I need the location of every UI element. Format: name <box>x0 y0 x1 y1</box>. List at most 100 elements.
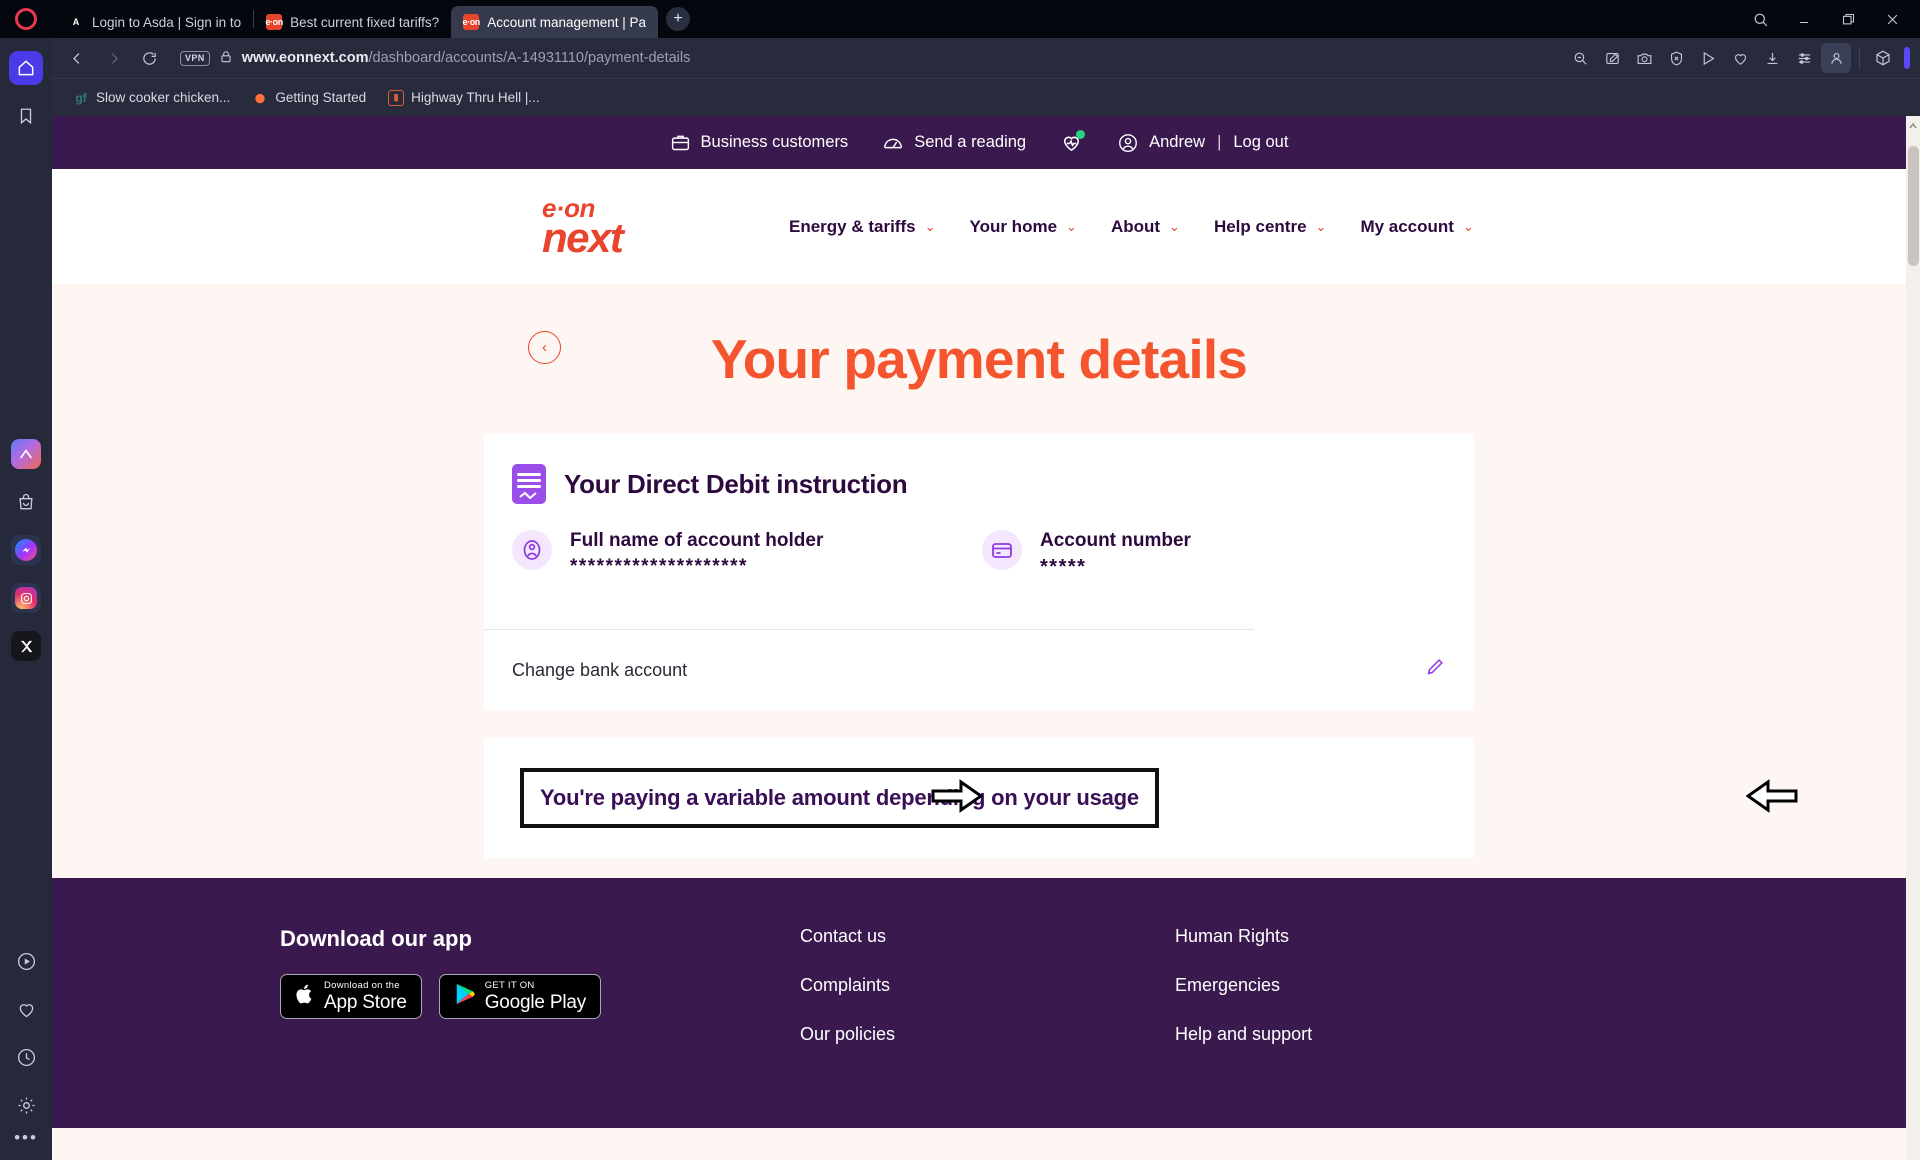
payment-notice-card: You're paying a variable amount dependin… <box>484 738 1798 858</box>
minimize-icon[interactable] <box>1784 5 1824 33</box>
settings-sliders-icon[interactable] <box>1789 43 1819 73</box>
browser-chrome: A Login to Asda | Sign in to e·on Best c… <box>52 0 1920 116</box>
download-icon[interactable] <box>1757 43 1787 73</box>
bookmark-item[interactable]: ▮ Highway Thru Hell |... <box>379 87 549 109</box>
opera-logo-button[interactable] <box>0 0 52 38</box>
app-store-badge[interactable]: Download on the App Store <box>280 974 422 1019</box>
shield-block-icon[interactable] <box>1661 43 1691 73</box>
nav-label: Energy & tariffs <box>789 216 916 236</box>
tab-title: Best current fixed tariffs? <box>290 14 440 30</box>
url-text[interactable]: www.eonnext.com/dashboard/accounts/A-149… <box>242 50 691 66</box>
page-header: ‹ Your payment details <box>52 284 1906 434</box>
footer-link-human-rights[interactable]: Human Rights <box>1175 926 1550 947</box>
profile-icon[interactable] <box>1821 43 1851 73</box>
browser-tab-active[interactable]: e·on Account management | Pa <box>451 6 659 38</box>
nav-item-help-centre[interactable]: Help centre ⌄ <box>1214 217 1327 237</box>
nimble-icon[interactable] <box>9 437 43 471</box>
messenger-icon[interactable] <box>9 533 43 567</box>
scrollbar-thumb[interactable] <box>1908 146 1919 266</box>
browser-tab[interactable]: e·on Best current fixed tariffs? <box>254 6 451 38</box>
forward-arrow-icon[interactable] <box>98 43 128 73</box>
page-viewport: Business customers Send a reading Andrew… <box>52 116 1920 1160</box>
footer-link-emergencies[interactable]: Emergencies <box>1175 975 1550 996</box>
shopping-bag-icon[interactable] <box>9 485 43 519</box>
annotation-arrow-left-icon <box>1745 778 1798 818</box>
footer-link-contact-us[interactable]: Contact us <box>800 926 1175 947</box>
footer-columns: Download our app Download on the App Sto… <box>52 926 1906 1045</box>
search-icon[interactable] <box>1740 5 1780 33</box>
player-icon[interactable] <box>9 944 43 978</box>
chevron-down-icon: ⌄ <box>1169 218 1180 234</box>
send-a-reading-link[interactable]: Send a reading <box>882 132 1026 154</box>
footer-link-complaints[interactable]: Complaints <box>800 975 1175 996</box>
more-dots-icon[interactable]: ••• <box>14 1129 38 1146</box>
payment-notice-text: You're paying a variable amount dependin… <box>540 785 1139 810</box>
scroll-up-arrow-icon[interactable] <box>1908 118 1918 129</box>
back-chevron-circle-icon[interactable]: ‹ <box>528 331 561 364</box>
maximize-icon[interactable] <box>1828 5 1868 33</box>
google-play-badge[interactable]: GET IT ON Google Play <box>438 974 602 1019</box>
instagram-icon[interactable] <box>9 581 43 615</box>
history-clock-icon[interactable] <box>9 1040 43 1074</box>
site-footer: Download our app Download on the App Sto… <box>52 878 1906 1128</box>
tab-strip: A Login to Asda | Sign in to e·on Best c… <box>52 0 1920 38</box>
nav-label: Help centre <box>1213 216 1307 236</box>
bookmark-label: Slow cooker chicken... <box>96 90 231 105</box>
tab-title: Login to Asda | Sign in to <box>92 14 242 30</box>
x-twitter-icon[interactable] <box>9 629 43 663</box>
pencil-edit-icon[interactable] <box>1424 656 1446 684</box>
chevron-down-icon: ⌄ <box>1066 218 1077 234</box>
close-icon[interactable] <box>1872 5 1912 33</box>
footer-link-our-policies[interactable]: Our policies <box>800 1024 1175 1045</box>
nav-item-about[interactable]: About ⌄ <box>1111 217 1180 237</box>
padlock-icon[interactable] <box>219 50 233 67</box>
bookmarks-bar: gf Slow cooker chicken... Getting Starte… <box>52 78 1920 116</box>
footer-link-help-and-support[interactable]: Help and support <box>1175 1024 1550 1045</box>
cube-icon[interactable] <box>1868 43 1898 73</box>
nav-item-your-home[interactable]: Your home ⌄ <box>970 217 1077 237</box>
person-circle-icon <box>512 530 552 570</box>
send-icon[interactable] <box>1693 43 1723 73</box>
sidebar-toggle-pill[interactable] <box>1904 47 1910 69</box>
browser-toolbar: VPN www.eonnext.com/dashboard/accounts/A… <box>52 38 1920 78</box>
gear-icon[interactable] <box>9 1088 43 1122</box>
home-icon[interactable] <box>9 51 43 85</box>
toolbar-icons <box>1565 43 1910 73</box>
account-menu[interactable]: Andrew | Log out <box>1117 132 1288 154</box>
vpn-badge[interactable]: VPN <box>180 50 210 66</box>
logo-next-text: next <box>542 213 624 261</box>
annotation-arrow-right-icon <box>931 778 984 818</box>
camera-icon[interactable] <box>1629 43 1659 73</box>
reload-icon[interactable] <box>134 43 164 73</box>
nav-item-my-account[interactable]: My account ⌄ <box>1360 217 1473 237</box>
bookmark-item[interactable]: gf Slow cooker chicken... <box>64 87 239 109</box>
video-icon: ▮ <box>388 89 405 106</box>
address-bar[interactable]: VPN www.eonnext.com/dashboard/accounts/A… <box>170 43 1559 73</box>
nav-item-energy-tariffs[interactable]: Energy & tariffs ⌄ <box>789 217 936 237</box>
bookmark-icon[interactable] <box>9 99 43 133</box>
back-arrow-icon[interactable] <box>62 43 92 73</box>
heart-icon[interactable] <box>1725 43 1755 73</box>
logout-link[interactable]: Log out <box>1233 133 1288 152</box>
footer-links-column-1: Contact us Complaints Our policies <box>800 926 1175 1045</box>
direct-debit-document-icon <box>512 464 546 504</box>
direct-debit-card: Your Direct Debit instruction Full name … <box>484 434 1474 710</box>
new-tab-button[interactable]: + <box>666 7 691 31</box>
field-account-number: Account number ***** <box>982 530 1191 579</box>
field-label: Full name of account holder <box>570 530 824 551</box>
eon-next-logo[interactable]: e·on next <box>542 194 654 261</box>
firefox-icon <box>252 90 268 106</box>
business-customers-link[interactable]: Business customers <box>670 132 848 153</box>
page-title: Your payment details <box>710 328 1248 390</box>
browser-tab[interactable]: A Login to Asda | Sign in to <box>56 6 253 38</box>
bookmark-item[interactable]: Getting Started <box>243 87 375 109</box>
loyalty-button[interactable] <box>1060 130 1086 154</box>
toolbar-divider <box>1859 47 1860 69</box>
opera-sidebar[interactable]: ••• <box>0 0 52 1160</box>
favourites-heart-icon[interactable] <box>9 992 43 1026</box>
notification-dot <box>1076 130 1086 139</box>
page-scrollbar[interactable] <box>1906 116 1920 1160</box>
change-bank-account-row[interactable]: Change bank account <box>484 630 1474 710</box>
snapshot-edit-icon[interactable] <box>1597 43 1627 73</box>
zoom-out-icon[interactable] <box>1565 43 1595 73</box>
